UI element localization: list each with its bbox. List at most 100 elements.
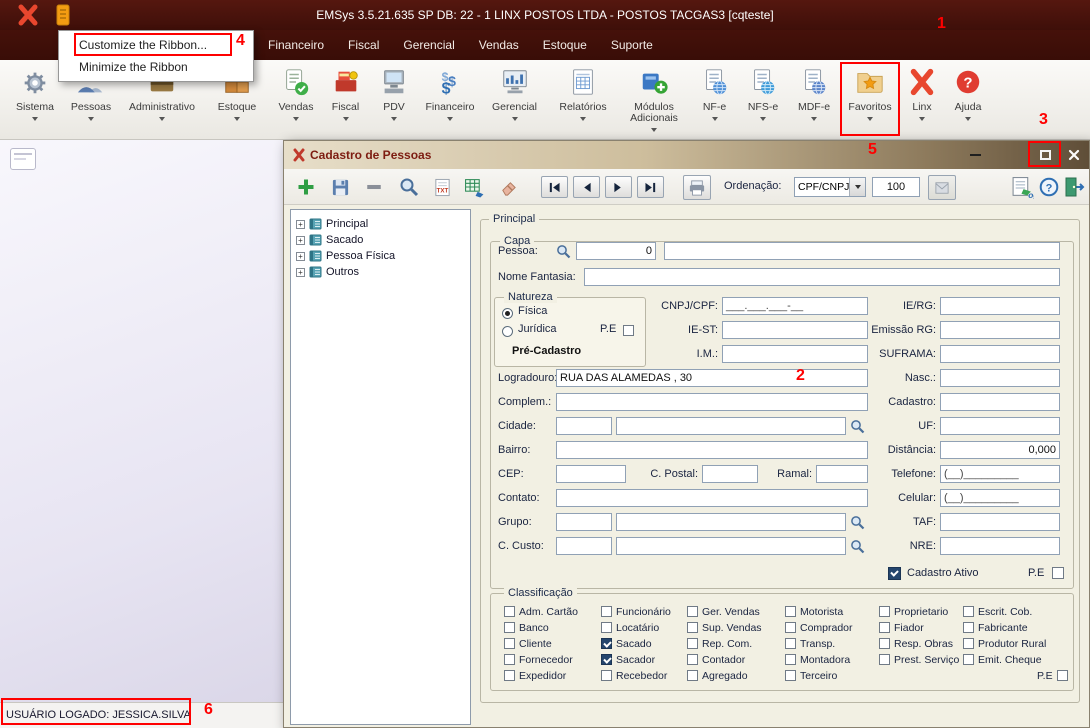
classif-fiador[interactable]: Fiador (879, 621, 924, 634)
tree-item-outros[interactable]: + Outros (296, 264, 359, 280)
checkbox-icon[interactable] (785, 654, 796, 665)
cadastro-ativo-checkbox[interactable] (888, 567, 901, 580)
checkbox-icon[interactable] (601, 670, 612, 681)
checkbox-icon[interactable] (785, 606, 796, 617)
contato-field[interactable] (556, 489, 868, 507)
menu-tab-financeiro[interactable]: Financeiro (268, 38, 324, 52)
classif-montadora[interactable]: Montadora (785, 653, 850, 666)
tree-item-sacado[interactable]: + Sacado (296, 232, 363, 248)
checkbox-icon[interactable] (879, 606, 890, 617)
classif-produtor-rural[interactable]: Produtor Rural (963, 637, 1046, 650)
close-button[interactable] (1061, 145, 1087, 165)
radio-fisica[interactable] (502, 308, 513, 319)
checkbox-icon[interactable] (879, 622, 890, 633)
distancia-field[interactable]: 0,000 (940, 441, 1060, 459)
menu-tab-suporte[interactable]: Suporte (611, 38, 653, 52)
ribbon-item-pdv[interactable]: PDV (369, 63, 419, 137)
ribbon-item-relatorios[interactable]: Relatórios (548, 63, 618, 137)
ribbon-item-fiscal[interactable]: Fiscal (322, 63, 369, 137)
ribbon-item-vendas[interactable]: Vendas (270, 63, 322, 137)
checkbox-icon[interactable] (601, 638, 612, 649)
last-record-button[interactable] (637, 176, 664, 198)
classif-proprietario[interactable]: Proprietario (879, 605, 948, 618)
emissao-rg-field[interactable] (940, 321, 1060, 339)
count-input[interactable]: 100 (872, 177, 920, 197)
prev-record-button[interactable] (573, 176, 600, 198)
search-button[interactable] (397, 175, 421, 199)
cnpj-cpf-field[interactable]: ___.___.___-__ (722, 297, 868, 315)
nre-field[interactable] (940, 537, 1060, 555)
cadastro-field[interactable] (940, 393, 1060, 411)
ribbon-item-sistema[interactable]: Sistema (8, 63, 62, 137)
classif-terceiro[interactable]: Terceiro (785, 669, 837, 682)
menu-tab-estoque[interactable]: Estoque (543, 38, 587, 52)
clear-button[interactable] (496, 175, 520, 199)
ordenacao-select[interactable]: CPF/CNPJ (794, 177, 866, 197)
save-button[interactable] (328, 175, 352, 199)
checkbox-icon[interactable] (504, 606, 515, 617)
c-custo-nome-field[interactable] (616, 537, 846, 555)
expand-icon[interactable]: + (296, 252, 305, 261)
checkbox-icon[interactable] (785, 670, 796, 681)
app-titlebar[interactable]: EMSys 3.5.21.635 SP DB: 22 - 1 LINX POST… (0, 0, 1090, 30)
grupo-nome-field[interactable] (616, 513, 846, 531)
celular-field[interactable]: (__)_________ (940, 489, 1060, 507)
telefone-field[interactable]: (__)_________ (940, 465, 1060, 483)
pe-natureza-checkbox[interactable] (623, 325, 634, 336)
window-titlebar[interactable]: Cadastro de Pessoas (284, 141, 1089, 169)
classif-ger-vendas[interactable]: Ger. Vendas (687, 605, 760, 618)
classif-transp[interactable]: Transp. (785, 637, 835, 650)
checkbox-icon[interactable] (687, 622, 698, 633)
classif-sup-vendas[interactable]: Sup. Vendas (687, 621, 762, 634)
classif-expedidor[interactable]: Expedidor (504, 669, 566, 682)
classif-contador[interactable]: Contador (687, 653, 745, 666)
export-txt-button[interactable]: TXT (430, 175, 454, 199)
next-record-button[interactable] (605, 176, 632, 198)
ribbon-item-modulos-adicionais[interactable]: Módulos Adicionais (618, 63, 690, 137)
classif-prest-servico[interactable]: Prest. Serviço (879, 653, 959, 666)
classif-pe[interactable]: P.E (1037, 669, 1068, 682)
uf-field[interactable] (940, 417, 1060, 435)
radio-juridica[interactable] (502, 326, 513, 337)
checkbox-icon[interactable] (785, 638, 796, 649)
expand-icon[interactable]: + (296, 268, 305, 277)
lookup-icon[interactable] (556, 244, 571, 259)
taf-field[interactable] (940, 513, 1060, 531)
checkbox-icon[interactable] (1057, 670, 1068, 681)
checkbox-icon[interactable] (504, 638, 515, 649)
expand-icon[interactable]: + (296, 236, 305, 245)
menu-tab-vendas[interactable]: Vendas (479, 38, 519, 52)
classif-emit-cheque[interactable]: Emit. Cheque (963, 653, 1042, 666)
classif-fornecedor[interactable]: Fornecedor (504, 653, 573, 666)
pessoa-field[interactable]: 0 (576, 242, 656, 260)
help-button[interactable]: ? (1038, 175, 1060, 199)
tree-item-pessoa-fisica[interactable]: + Pessoa Física (296, 248, 395, 264)
ribbon-item-favoritos[interactable]: Favoritos (841, 63, 899, 137)
checkbox-icon[interactable] (785, 622, 796, 633)
checkbox-icon[interactable] (963, 638, 974, 649)
window-icon[interactable] (10, 148, 36, 170)
checkbox-icon[interactable] (687, 670, 698, 681)
checkbox-icon[interactable] (504, 622, 515, 633)
logradouro-field[interactable]: RUA DAS ALAMEDAS , 30 (556, 369, 868, 387)
ie-st-field[interactable] (722, 321, 868, 339)
classif-cliente[interactable]: Cliente (504, 637, 552, 650)
ribbon-item-gerencial[interactable]: Gerencial (481, 63, 548, 137)
checkbox-icon[interactable] (601, 654, 612, 665)
expand-icon[interactable]: + (296, 220, 305, 229)
suframa-field[interactable] (940, 345, 1060, 363)
classif-adm-cartao[interactable]: Adm. Cartão (504, 605, 578, 618)
checkbox-icon[interactable] (504, 654, 515, 665)
tree-item-principal[interactable]: + Principal (296, 216, 368, 232)
ribbon-item-nfe[interactable]: NF-e (690, 63, 739, 137)
pe-cadastro-checkbox[interactable] (1052, 567, 1064, 579)
ribbon-item-mdfe[interactable]: MDF-e (787, 63, 841, 137)
ribbon-item-ajuda[interactable]: ? Ajuda (945, 63, 991, 137)
checkbox-icon[interactable] (687, 606, 698, 617)
delete-button[interactable] (362, 175, 386, 199)
maximize-button[interactable] (1030, 145, 1060, 165)
combo-arrow-icon[interactable] (849, 178, 865, 196)
checkbox-icon[interactable] (504, 670, 515, 681)
checkbox-icon[interactable] (963, 622, 974, 633)
bairro-field[interactable] (556, 441, 868, 459)
